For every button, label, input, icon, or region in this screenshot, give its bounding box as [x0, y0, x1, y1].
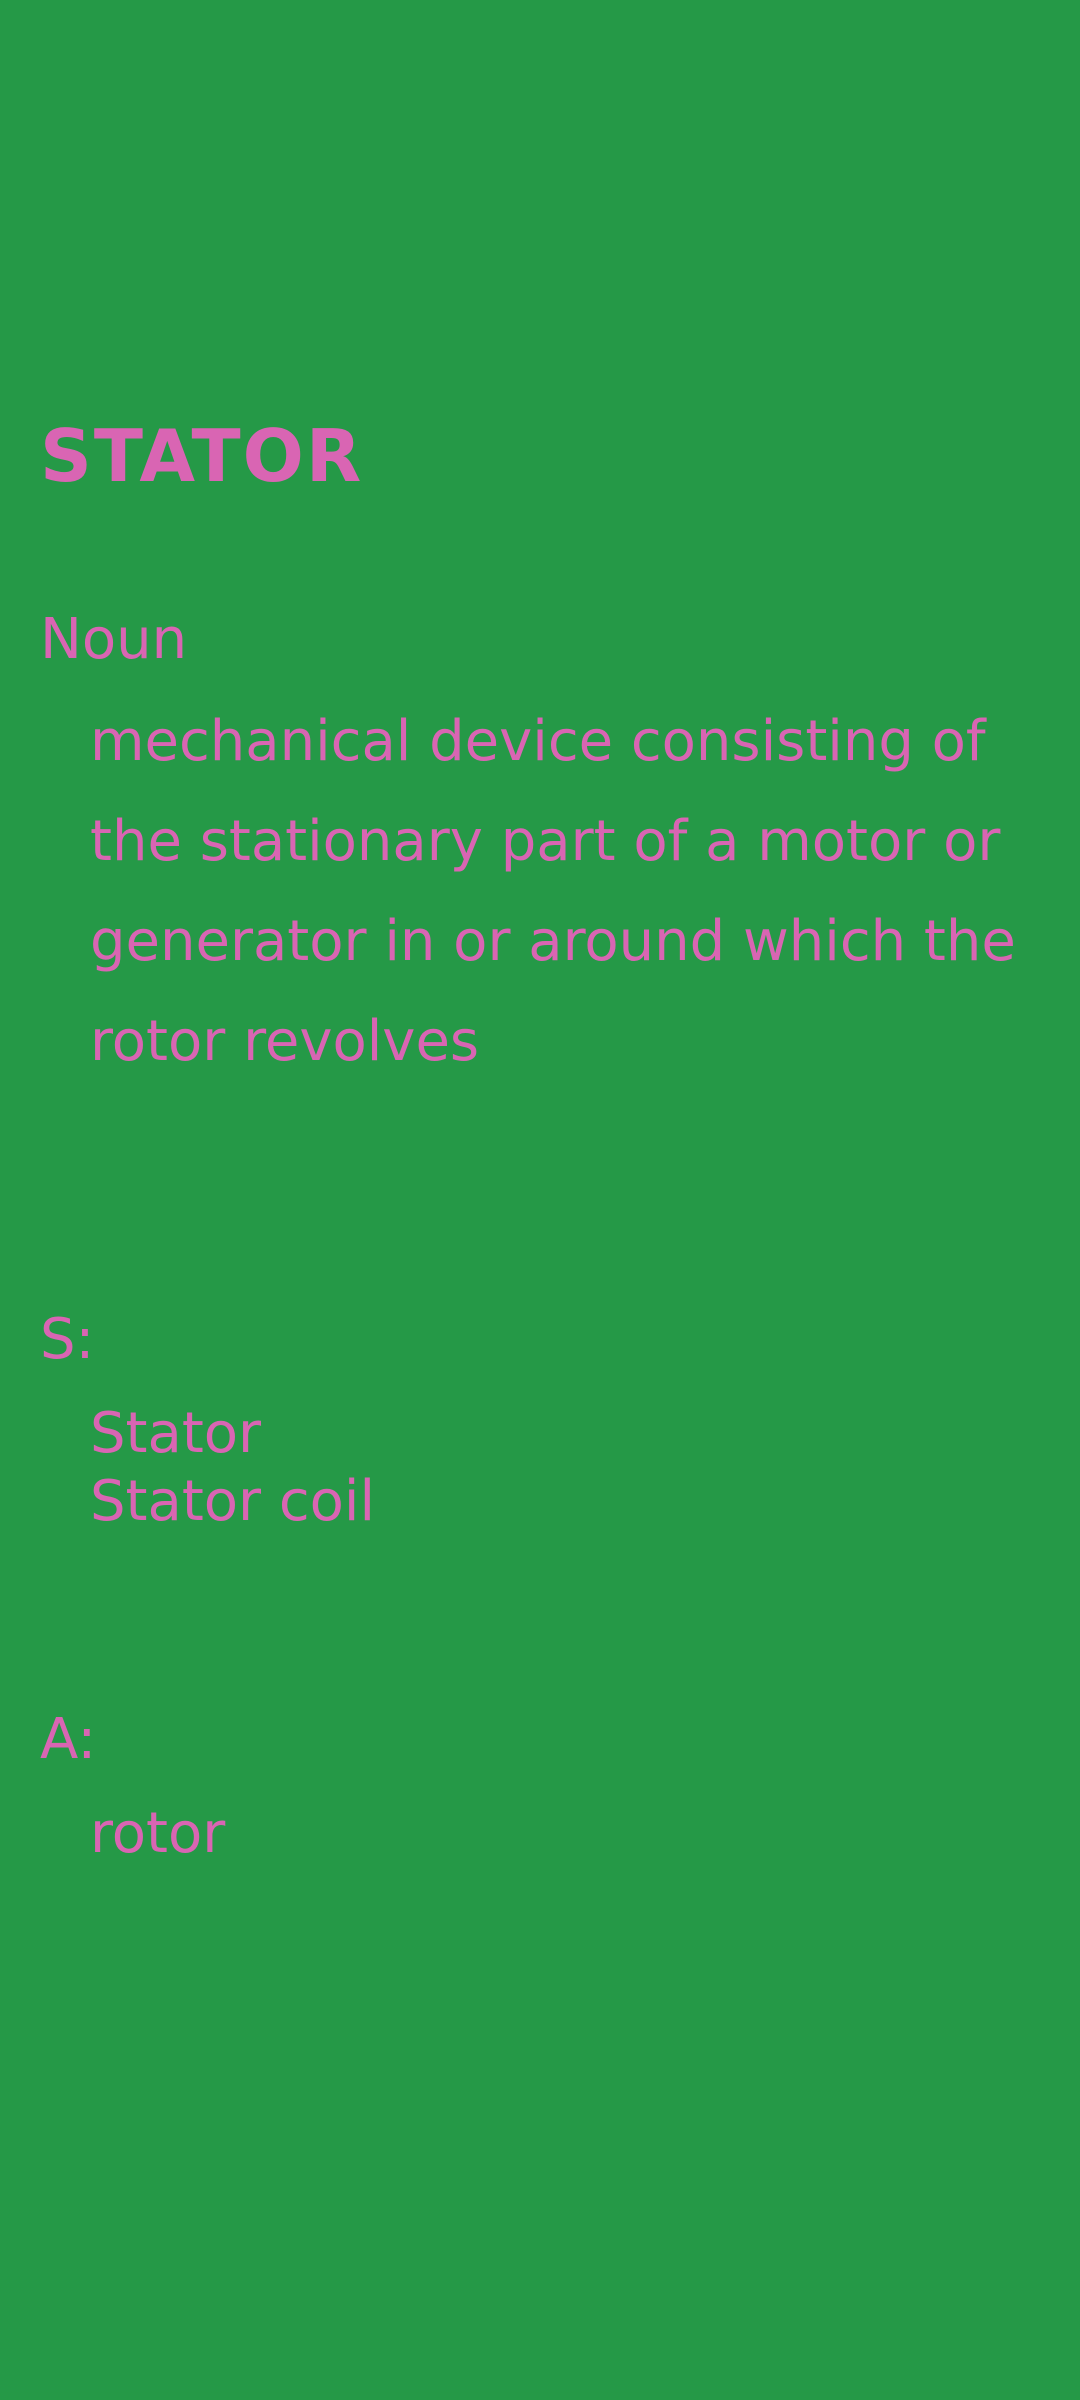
antonym-item[interactable]: rotor: [90, 1800, 225, 1868]
antonyms-label: A:: [40, 1707, 97, 1772]
definition-text: mechanical device consisting of the stat…: [90, 709, 1016, 1074]
synonyms-label: S:: [40, 1307, 95, 1372]
synonym-item[interactable]: Stator coil: [90, 1468, 375, 1536]
dictionary-entry-screen: STATOR Noun mechanical device consisting…: [0, 0, 1080, 2400]
synonym-item[interactable]: Stator: [90, 1400, 375, 1468]
synonyms-list: Stator Stator coil: [90, 1400, 375, 1536]
word-title: STATOR: [40, 414, 364, 498]
part-of-speech-label: Noun: [40, 607, 188, 672]
antonyms-list: rotor: [90, 1800, 225, 1868]
